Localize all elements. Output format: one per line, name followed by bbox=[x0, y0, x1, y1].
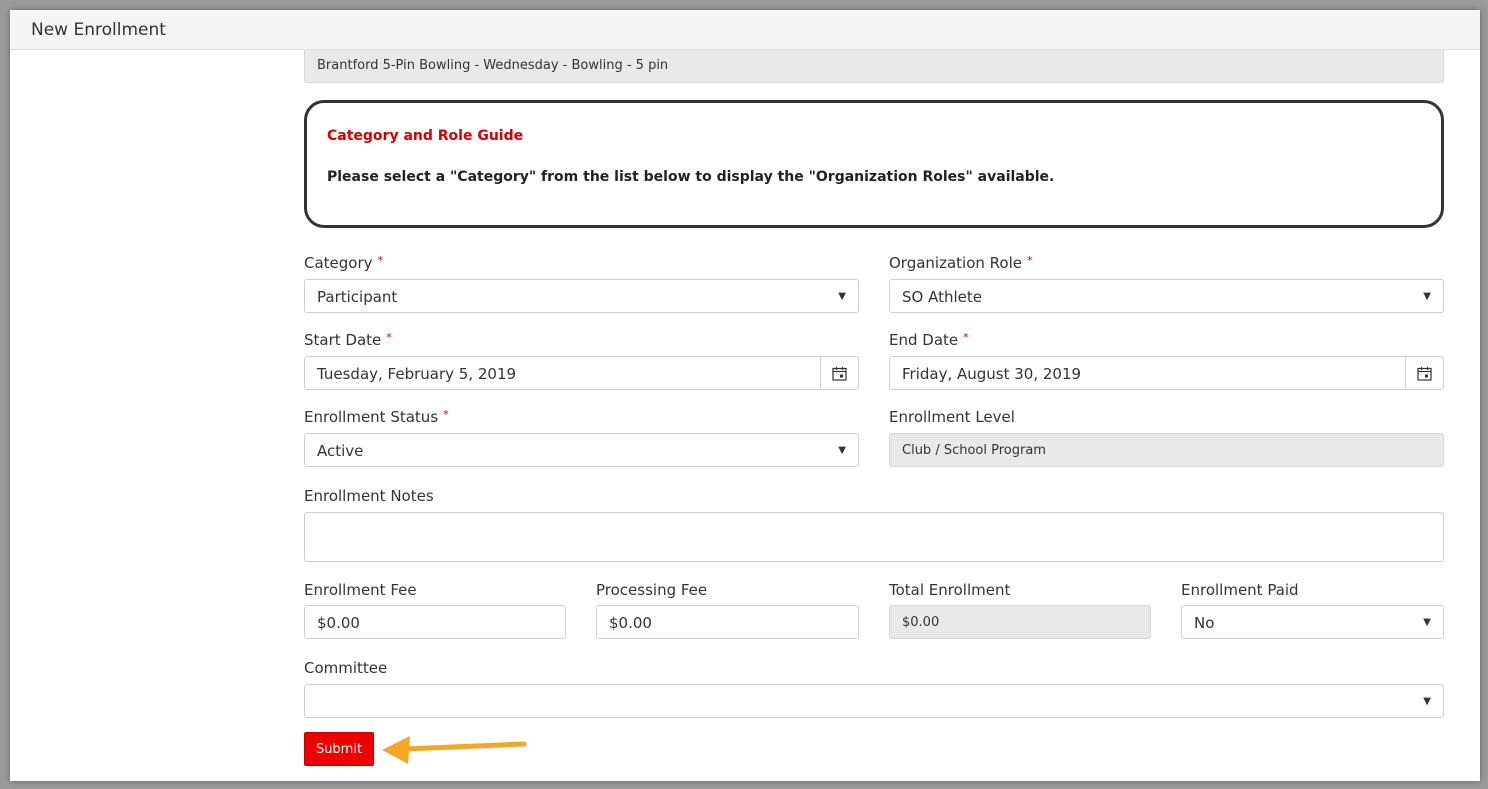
start-date-calendar-button[interactable] bbox=[820, 357, 858, 389]
organization-role-value: SO Athlete bbox=[902, 288, 982, 306]
program-field: Brantford 5-Pin Bowling - Wednesday - Bo… bbox=[304, 50, 1444, 83]
committee-select[interactable]: ▼ bbox=[304, 684, 1444, 718]
enrollment-level-field: Club / School Program bbox=[889, 433, 1444, 467]
guide-title: Category and Role Guide bbox=[327, 128, 524, 144]
start-date-input[interactable]: Tuesday, February 5, 2019 bbox=[304, 356, 859, 390]
enrollment-dialog: New Enrollment Brantford 5-Pin Bowling -… bbox=[10, 10, 1480, 781]
enrollment-status-label: Enrollment Status * bbox=[304, 408, 449, 426]
chevron-down-icon: ▼ bbox=[838, 291, 846, 302]
start-date-label: Start Date * bbox=[304, 331, 392, 349]
chevron-down-icon: ▼ bbox=[1423, 291, 1431, 302]
required-mark: * bbox=[963, 331, 969, 344]
organization-role-label-text: Organization Role bbox=[889, 254, 1022, 272]
total-enrollment-value: $0.00 bbox=[902, 615, 940, 630]
end-date-calendar-button[interactable] bbox=[1405, 357, 1443, 389]
enrollment-status-select[interactable]: Active ▼ bbox=[304, 433, 859, 467]
enrollment-paid-value: No bbox=[1194, 614, 1215, 632]
calendar-icon bbox=[832, 367, 847, 381]
arrow-annotation-icon bbox=[382, 736, 527, 764]
enrollment-paid-select[interactable]: No ▼ bbox=[1181, 605, 1444, 639]
enrollment-notes-textarea[interactable] bbox=[304, 512, 1444, 562]
required-mark: * bbox=[1027, 254, 1033, 267]
program-value: Brantford 5-Pin Bowling - Wednesday - Bo… bbox=[317, 58, 669, 73]
category-role-guide: Category and Role Guide Please select a … bbox=[304, 100, 1444, 228]
enrollment-level-label: Enrollment Level bbox=[889, 408, 1015, 426]
required-mark: * bbox=[443, 408, 449, 421]
calendar-icon bbox=[1417, 367, 1432, 381]
required-mark: * bbox=[377, 254, 384, 267]
dialog-header: New Enrollment bbox=[10, 10, 1480, 50]
end-date-value: Friday, August 30, 2019 bbox=[902, 365, 1082, 383]
enrollment-level-value: Club / School Program bbox=[902, 443, 1046, 458]
enrollment-paid-label: Enrollment Paid bbox=[1181, 581, 1299, 599]
enrollment-status-label-text: Enrollment Status bbox=[304, 408, 439, 426]
category-label-text: Category bbox=[304, 254, 373, 272]
guide-text: Please select a "Category" from the list… bbox=[327, 169, 1055, 185]
start-date-label-text: Start Date bbox=[304, 331, 382, 349]
category-select[interactable]: Participant ▼ bbox=[304, 279, 859, 313]
enrollment-fee-input[interactable]: $0.00 bbox=[304, 605, 566, 639]
category-label: Category * bbox=[304, 254, 383, 272]
chevron-down-icon: ▼ bbox=[1423, 617, 1431, 628]
organization-role-label: Organization Role * bbox=[889, 254, 1033, 272]
submit-button[interactable]: Submit bbox=[304, 732, 374, 766]
end-date-label-text: End Date bbox=[889, 331, 959, 349]
enrollment-status-value: Active bbox=[317, 442, 364, 460]
committee-label: Committee bbox=[304, 659, 388, 677]
enrollment-fee-value: $0.00 bbox=[317, 614, 360, 632]
organization-role-select[interactable]: SO Athlete ▼ bbox=[889, 279, 1444, 313]
end-date-input[interactable]: Friday, August 30, 2019 bbox=[889, 356, 1444, 390]
required-mark: * bbox=[386, 331, 392, 344]
start-date-value: Tuesday, February 5, 2019 bbox=[317, 365, 517, 383]
processing-fee-input[interactable]: $0.00 bbox=[596, 605, 859, 639]
end-date-label: End Date * bbox=[889, 331, 969, 349]
dialog-title: New Enrollment bbox=[31, 20, 166, 40]
enrollment-notes-label: Enrollment Notes bbox=[304, 487, 434, 505]
total-enrollment-field: $0.00 bbox=[889, 605, 1151, 639]
category-value: Participant bbox=[317, 288, 398, 306]
enrollment-fee-label: Enrollment Fee bbox=[304, 581, 417, 599]
chevron-down-icon: ▼ bbox=[838, 445, 846, 456]
chevron-down-icon: ▼ bbox=[1423, 696, 1431, 707]
processing-fee-value: $0.00 bbox=[609, 614, 652, 632]
processing-fee-label: Processing Fee bbox=[596, 581, 708, 599]
total-enrollment-label: Total Enrollment bbox=[889, 581, 1011, 599]
